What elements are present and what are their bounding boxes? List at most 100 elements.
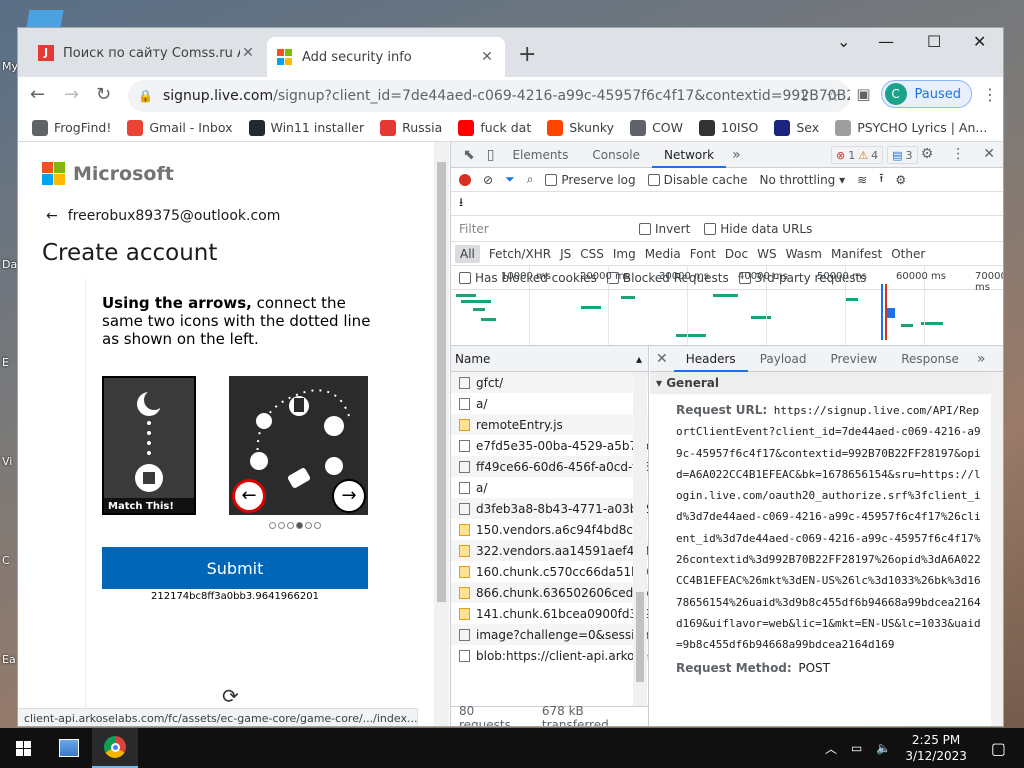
more-tabs-icon[interactable]: »: [726, 147, 747, 163]
back-to-email[interactable]: ← freerobux89375@outlook.com: [46, 208, 280, 224]
volume-icon[interactable]: 🔈: [876, 741, 891, 755]
url-text[interactable]: signup.live.com/signup?client_id=7de44ae…: [163, 88, 850, 104]
type-filter-other[interactable]: Other: [891, 247, 925, 261]
forward-arrow-icon[interactable]: →: [64, 84, 79, 105]
bookmark-item[interactable]: Russia: [380, 119, 442, 136]
detail-scrollbar[interactable]: [991, 372, 1003, 726]
search-icon[interactable]: ⌕: [527, 172, 534, 187]
filter-funnel-icon[interactable]: ⏷: [505, 172, 515, 187]
tab-add-security-info[interactable]: Add security info ✕: [267, 37, 505, 77]
checkbox[interactable]: [647, 174, 660, 186]
request-row[interactable]: 160.chunk.c570cc66da51b60b...: [451, 561, 648, 582]
taskbar-chrome-app[interactable]: [92, 728, 138, 768]
chevron-down-icon[interactable]: ⌄: [837, 32, 850, 51]
kebab-menu-icon[interactable]: ⋮: [951, 146, 965, 162]
tab-comss[interactable]: J Поиск по сайту Comss.ru Антив ✕: [28, 37, 266, 69]
chevron-up-icon[interactable]: ︿: [825, 740, 837, 757]
hide-data-urls-checkbox[interactable]: Hide data URLs: [704, 222, 812, 236]
tab-elements[interactable]: Elements: [500, 142, 580, 168]
bookmark-item[interactable]: 10ISO: [699, 119, 758, 136]
bookmark-item[interactable]: PSYCHO Lyrics | An...: [835, 119, 987, 136]
request-row[interactable]: a/: [451, 393, 648, 414]
scrollbar-thumb[interactable]: [636, 592, 644, 682]
request-row[interactable]: 322.vendors.aa14591aef438a...: [451, 540, 648, 561]
clock[interactable]: 2:25 PM 3/12/2023: [905, 732, 967, 764]
inspect-element-icon[interactable]: ⬉: [457, 147, 481, 163]
address-bar[interactable]: 🔒 signup.live.com/signup?client_id=7de44…: [128, 80, 850, 112]
minimize-button[interactable]: —: [878, 32, 894, 51]
back-arrow-icon[interactable]: ←: [46, 208, 58, 224]
request-row[interactable]: 141.chunk.61bcea0900fd369b...: [451, 603, 648, 624]
clear-icon[interactable]: ⊘: [483, 173, 493, 187]
message-badge[interactable]: ▤ 3: [887, 146, 918, 164]
disable-cache-checkbox[interactable]: Disable cache: [647, 173, 748, 187]
back-arrow-icon[interactable]: ←: [30, 84, 45, 105]
checkbox[interactable]: [639, 223, 651, 235]
type-filter-wasm[interactable]: Wasm: [786, 247, 822, 261]
bookmark-item[interactable]: FrogFind!: [32, 119, 111, 136]
request-row[interactable]: ff49ce66-60d6-456f-a0cd-f38...: [451, 456, 648, 477]
checkbox[interactable]: [545, 174, 558, 186]
kebab-menu-icon[interactable]: ⋮: [982, 85, 998, 104]
type-filter-fetch-xhr[interactable]: Fetch/XHR: [489, 247, 551, 261]
arrow-left-button[interactable]: ←: [232, 479, 266, 513]
filter-input[interactable]: Filter: [459, 222, 625, 236]
taskbar-photos-app[interactable]: [46, 728, 92, 768]
throttling-select[interactable]: No throttling ▾: [760, 173, 846, 187]
request-list-scrollbar[interactable]: [633, 372, 647, 708]
start-button[interactable]: [0, 728, 46, 768]
tab-network[interactable]: Network: [652, 142, 727, 168]
general-section-header[interactable]: ▾ General: [650, 372, 1003, 394]
tab-headers[interactable]: Headers: [673, 346, 748, 372]
side-panel-icon[interactable]: ▣: [856, 85, 870, 103]
new-tab-button[interactable]: +: [518, 42, 536, 67]
type-filter-media[interactable]: Media: [645, 247, 681, 261]
type-filter-css[interactable]: CSS: [580, 247, 604, 261]
request-row[interactable]: blob:https://client-api.arkosel...: [451, 645, 648, 666]
profile-button[interactable]: C Paused: [880, 80, 972, 108]
more-tabs-icon[interactable]: »: [971, 351, 992, 367]
page-scrollbar[interactable]: [434, 142, 449, 726]
bookmark-item[interactable]: COW: [630, 119, 683, 136]
arrow-right-button[interactable]: →: [332, 479, 366, 513]
type-filter-manifest[interactable]: Manifest: [831, 247, 882, 261]
type-filter-js[interactable]: JS: [560, 247, 571, 261]
tab-console[interactable]: Console: [580, 142, 652, 168]
submit-button[interactable]: Submit: [102, 547, 368, 589]
captcha-puzzle-image[interactable]: ← →: [229, 376, 368, 515]
type-filter-all[interactable]: All: [455, 244, 480, 263]
request-row[interactable]: 866.chunk.636502606ced8b0...: [451, 582, 648, 603]
settings-gear-icon[interactable]: ⚙: [921, 146, 934, 162]
type-filter-font[interactable]: Font: [690, 247, 716, 261]
bookmark-item[interactable]: Skunky: [547, 119, 614, 136]
reload-icon[interactable]: ↻: [96, 84, 111, 105]
preserve-log-checkbox[interactable]: Preserve log: [545, 173, 636, 187]
settings-gear-icon[interactable]: ⚙: [895, 173, 906, 187]
record-icon[interactable]: [459, 173, 471, 186]
request-row[interactable]: image?challenge=0&session1...: [451, 624, 648, 645]
close-window-button[interactable]: ✕: [973, 32, 986, 51]
invert-checkbox[interactable]: Invert: [639, 222, 690, 236]
error-badge[interactable]: ⊗ 1 ⚠ 4: [831, 146, 884, 164]
request-row[interactable]: 150.vendors.a6c94f4bd8cad6...: [451, 519, 648, 540]
download-icon[interactable]: ⭳: [459, 193, 463, 214]
network-conditions-icon[interactable]: ≋: [857, 173, 867, 187]
tab-preview[interactable]: Preview: [819, 346, 890, 372]
bookmark-item[interactable]: fuck dat: [458, 119, 531, 136]
desktop-folder-icon[interactable]: [26, 10, 64, 28]
request-row[interactable]: d3feb3a8-8b43-4771-a03b-2...: [451, 498, 648, 519]
bookmark-item[interactable]: Gmail - Inbox: [127, 119, 233, 136]
tab-payload[interactable]: Payload: [748, 346, 819, 372]
close-detail-icon[interactable]: ✕: [650, 351, 674, 367]
lock-icon[interactable]: 🔒: [138, 89, 153, 103]
device-toolbar-icon[interactable]: ▯: [481, 147, 501, 163]
network-timeline[interactable]: 10000 ms 20000 ms 30000 ms 40000 ms 50000 ms…: [451, 266, 1003, 346]
scrollbar-thumb[interactable]: [437, 162, 446, 602]
request-row[interactable]: gfct/: [451, 372, 648, 393]
network-icon[interactable]: ▭: [851, 741, 862, 755]
maximize-button[interactable]: ☐: [927, 32, 941, 51]
type-filter-doc[interactable]: Doc: [725, 247, 748, 261]
type-filter-ws[interactable]: WS: [757, 247, 776, 261]
request-row[interactable]: a/: [451, 477, 648, 498]
notifications-icon[interactable]: ▢: [991, 739, 1006, 758]
